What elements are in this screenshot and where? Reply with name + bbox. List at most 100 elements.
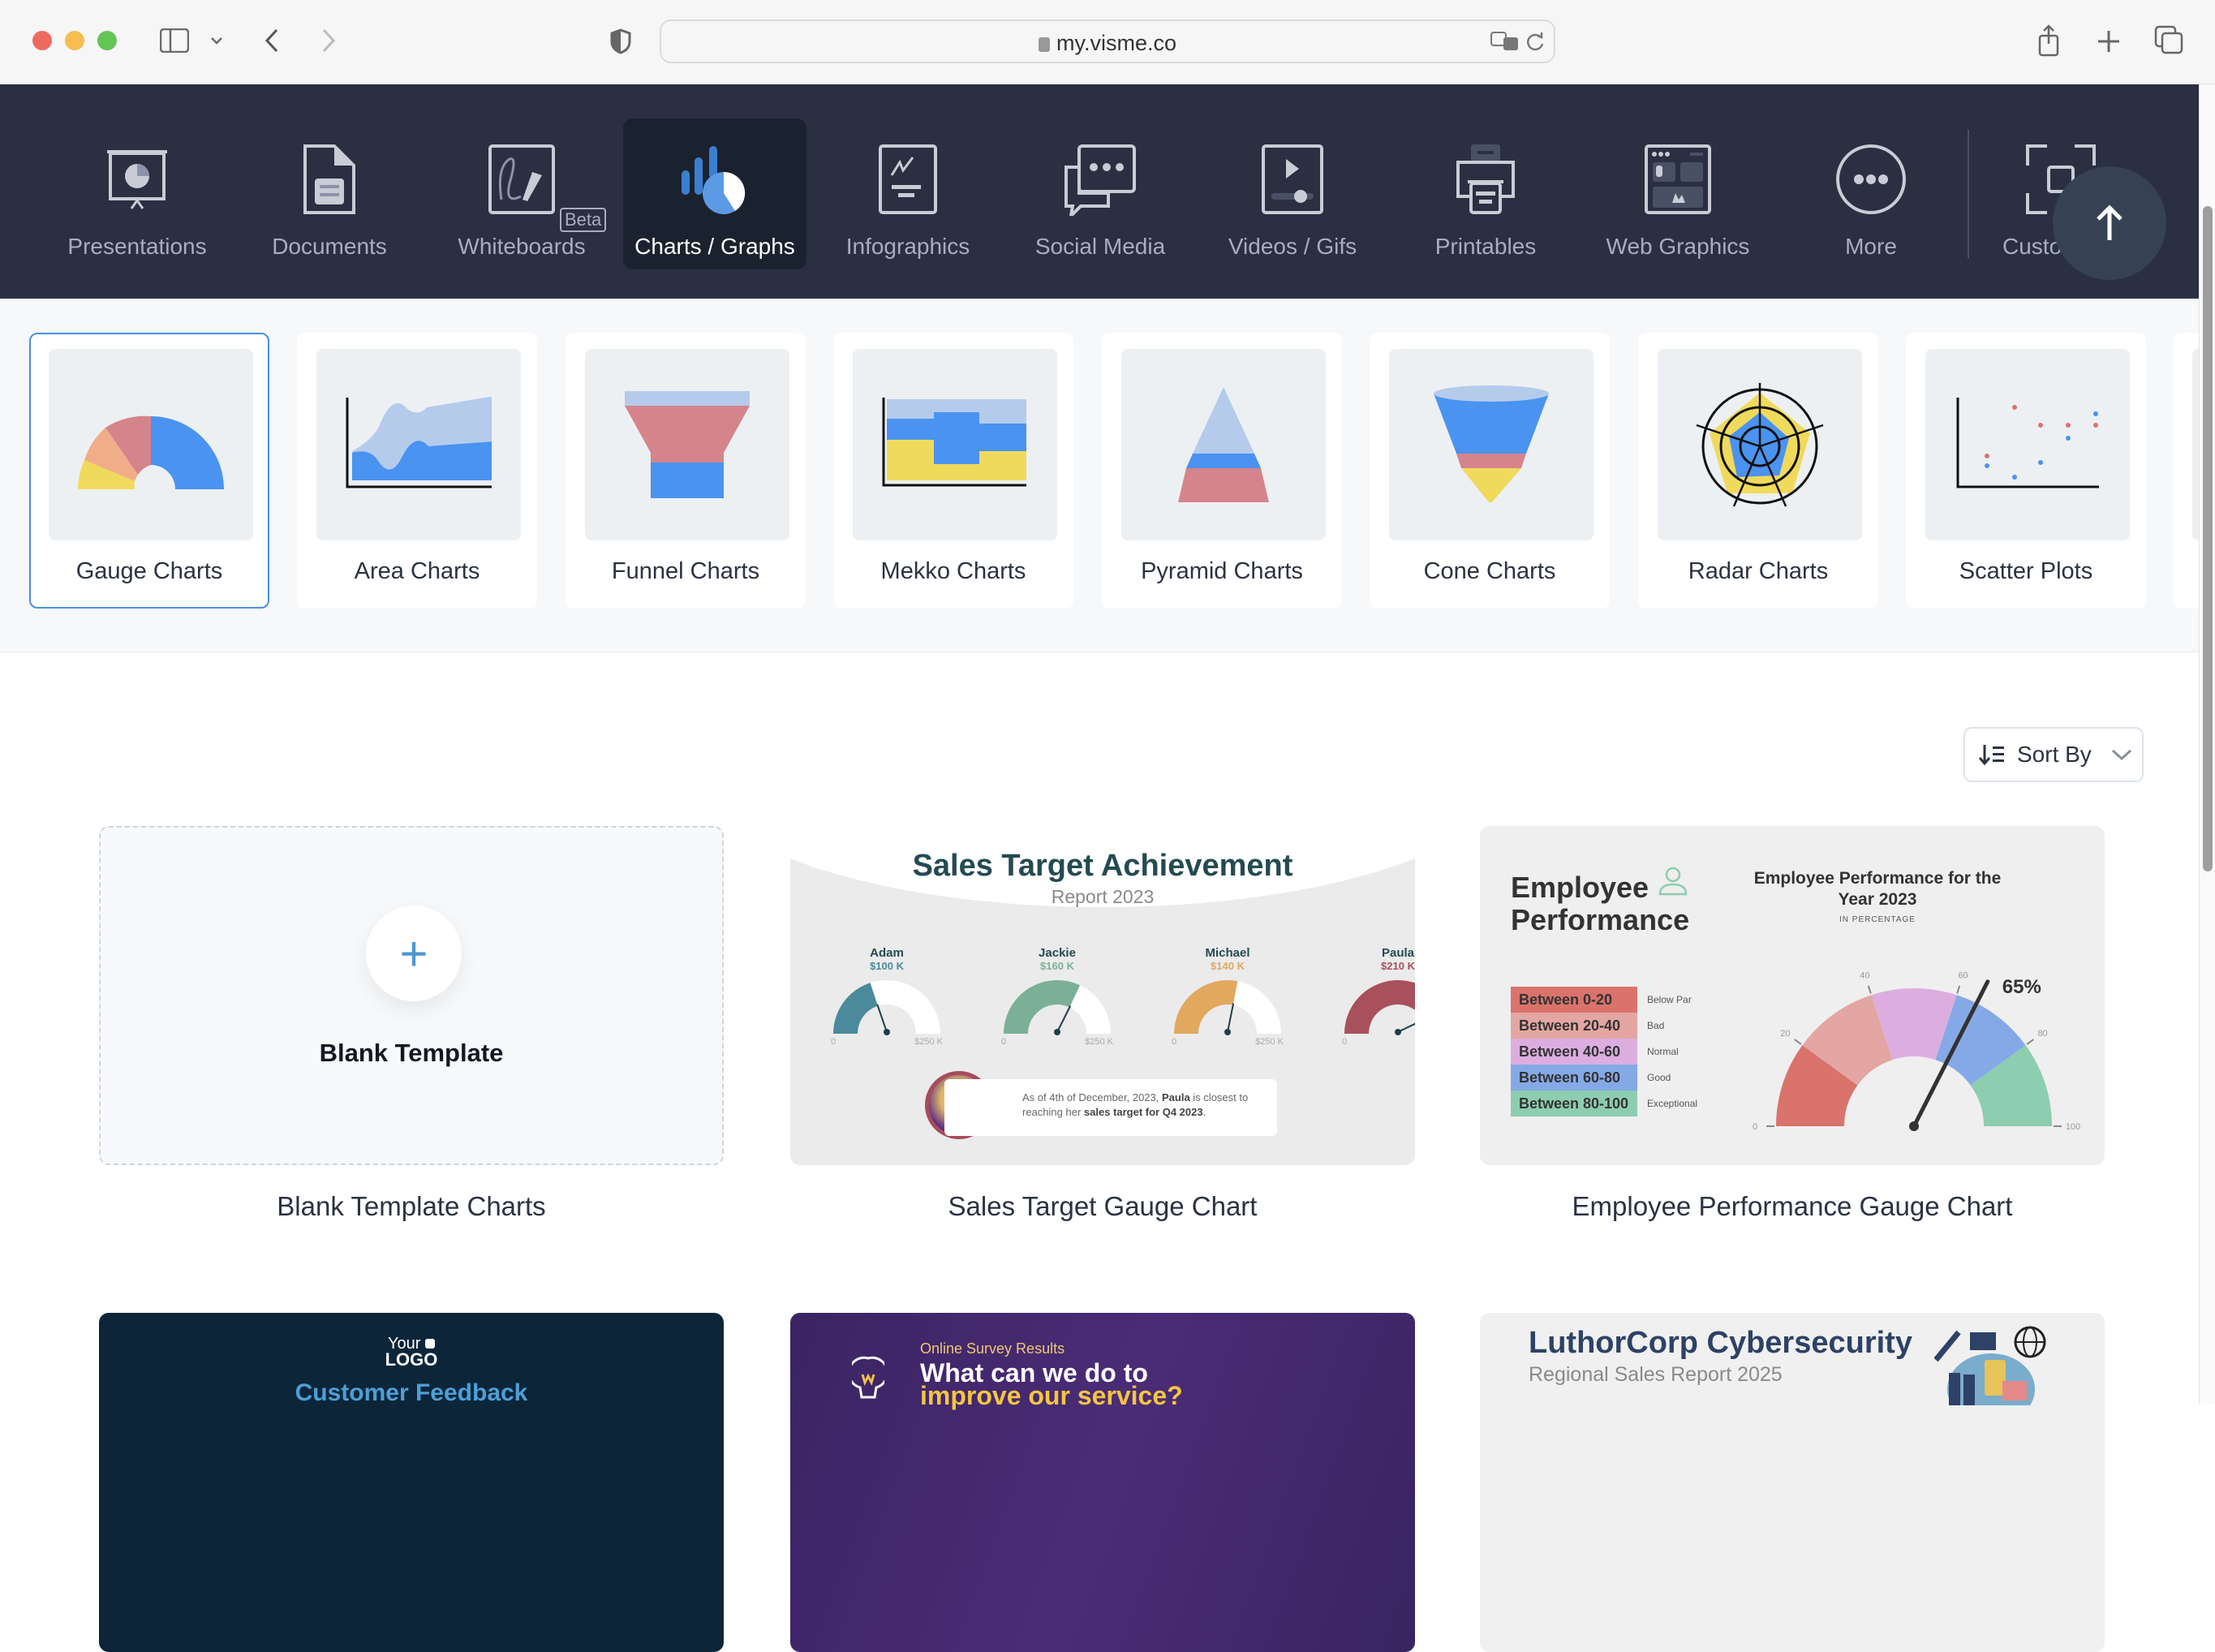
- chart-type-scatter[interactable]: Scatter Plots: [1906, 333, 2146, 609]
- nav-charts-graphs[interactable]: Charts / Graphs: [623, 118, 806, 269]
- template-caption[interactable]: Blank Template Charts: [99, 1191, 724, 1222]
- chart-type-label: Funnel Charts: [611, 558, 760, 584]
- close-window-button[interactable]: [32, 31, 52, 50]
- gauge-max: $250 K: [1085, 1037, 1113, 1047]
- reload-icon[interactable]: [1525, 29, 1547, 54]
- nav-label: Charts / Graphs: [634, 234, 795, 259]
- chart-type-label: Radar Charts: [1688, 558, 1829, 584]
- forward-icon[interactable]: [316, 26, 341, 55]
- scroll-to-top-button[interactable]: [2053, 166, 2166, 280]
- gauge-tick-label: 40: [1860, 971, 1869, 981]
- share-icon[interactable]: [2035, 23, 2062, 58]
- gauge-name: Adam: [870, 946, 904, 960]
- legend-range: Between 40-60: [1511, 1039, 1637, 1065]
- employee-performance-preview[interactable]: Employee Performance Employee Performanc…: [1480, 826, 2105, 1165]
- chart-type-label: Gauge Charts: [75, 558, 223, 584]
- gauge-range: 0$250 K: [1167, 1037, 1288, 1047]
- nav-more[interactable]: More: [1779, 118, 1963, 269]
- web-graphic-icon: [1633, 135, 1723, 224]
- legend-label: Exceptional: [1647, 1098, 1698, 1109]
- sort-by-dropdown[interactable]: Sort By: [1963, 727, 2144, 782]
- gauge-value: $210 K: [1381, 960, 1415, 972]
- scrollbar-thumb[interactable]: [2203, 206, 2213, 871]
- chart-type-mekko[interactable]: Mekko Charts: [833, 333, 1073, 609]
- gauge-tick: [2026, 1039, 2034, 1045]
- legend-row: Between 20-40 Bad: [1511, 1013, 1697, 1039]
- chart-type-cone[interactable]: Cone Charts: [1370, 333, 1610, 609]
- preview-title: LuthorCorp Cybersecurity: [1529, 1326, 1912, 1360]
- gauge-range: 0$250 K: [1337, 1037, 1415, 1047]
- note-bubble: As of 4th of December, 2023, Paula is cl…: [944, 1079, 1277, 1136]
- sales-target-preview[interactable]: Sales Target Achievement Report 2023 Ada…: [790, 826, 1415, 1165]
- sort-label: Sort By: [2017, 742, 2092, 767]
- blank-template-preview[interactable]: + Blank Template: [99, 826, 724, 1165]
- gauge-min: 0: [1342, 1037, 1348, 1047]
- sidebar-icon[interactable]: [159, 28, 190, 54]
- nav-presentations[interactable]: Presentations: [45, 118, 229, 269]
- thumbnail-partial: [2192, 349, 2199, 540]
- gauge-name: Paula: [1381, 946, 1415, 960]
- preview-kicker: Online Survey Results: [920, 1340, 1065, 1357]
- nav-whiteboards[interactable]: Whiteboards: [430, 118, 613, 269]
- nav-documents[interactable]: Documents: [238, 118, 421, 269]
- nav-social-media[interactable]: Social Media: [1009, 118, 1192, 269]
- nav-web-graphics[interactable]: Web Graphics: [1586, 118, 1770, 269]
- preview-title: Sales Target Achievement: [912, 849, 1293, 883]
- chart-icon: [670, 135, 759, 224]
- chart-type-next-partial[interactable]: [2173, 333, 2199, 609]
- nav-label: Custo: [2002, 234, 2062, 259]
- gauge-fill: [1004, 980, 1081, 1034]
- luthorcorp-preview[interactable]: LuthorCorp Cybersecurity Regional Sales …: [1480, 1313, 2105, 1652]
- nav-infographics[interactable]: Infographics: [816, 118, 1000, 269]
- gauge-max: $250 K: [914, 1037, 943, 1047]
- shield-icon[interactable]: [609, 28, 633, 55]
- chart-subtitle: IN PERCENTAGE: [1839, 915, 1916, 924]
- nav-printables[interactable]: Printables: [1394, 118, 1577, 269]
- legend-row: Between 40-60 Normal: [1511, 1039, 1697, 1065]
- minimize-window-button[interactable]: [65, 31, 84, 50]
- nav-label: More: [1845, 234, 1897, 259]
- template-caption[interactable]: Employee Performance Gauge Chart: [1480, 1191, 2105, 1222]
- nav-divider: [1968, 130, 1969, 258]
- gauge-min: 0: [831, 1037, 837, 1047]
- chart-type-pyramid[interactable]: Pyramid Charts: [1102, 333, 1342, 609]
- video-icon: [1248, 135, 1337, 224]
- new-tab-icon[interactable]: [2095, 28, 2123, 55]
- template-caption[interactable]: Sales Target Gauge Chart: [790, 1191, 1415, 1222]
- gauge-tick-label: 80: [2037, 1029, 2047, 1039]
- address-bar[interactable]: my.visme.co: [660, 19, 1555, 63]
- chart-type-area[interactable]: Area Charts: [297, 333, 537, 609]
- legend-range: Between 0-20: [1511, 987, 1637, 1013]
- legend-row: Between 80-100 Exceptional: [1511, 1091, 1697, 1116]
- gauge-tick-label: 0: [1753, 1122, 1757, 1132]
- chevron-down-icon[interactable]: [206, 32, 227, 49]
- gauge-tick-label: 60: [1958, 971, 1968, 981]
- beta-badge: Beta: [560, 208, 607, 232]
- chart-type-label: Area Charts: [354, 558, 480, 584]
- gauge-pivot: [1909, 1121, 1919, 1131]
- chart-type-radar[interactable]: Radar Charts: [1638, 333, 1878, 609]
- printer-icon: [1441, 135, 1530, 224]
- document-icon: [285, 135, 374, 224]
- tabs-overview-icon[interactable]: [2153, 24, 2186, 57]
- nav-label: Social Media: [1034, 234, 1166, 259]
- translate-icon[interactable]: [1489, 29, 1521, 54]
- gauge-min: 0: [1172, 1037, 1177, 1047]
- lightbulb-icon: [852, 1356, 884, 1399]
- chart-type-gauge[interactable]: Gauge Charts: [29, 333, 269, 609]
- nav-videos-gifs[interactable]: Videos / Gifs: [1201, 118, 1384, 269]
- blank-template-title: Blank Template: [319, 1039, 504, 1067]
- preview-subtitle: Regional Sales Report 2025: [1529, 1363, 1783, 1386]
- chart-type-label: Cone Charts: [1423, 558, 1556, 584]
- zoom-window-button[interactable]: [97, 31, 117, 50]
- gauge-value: $160 K: [1040, 960, 1074, 972]
- gauge-pivot: [1054, 1029, 1060, 1035]
- chart-type-funnel[interactable]: Funnel Charts: [566, 333, 806, 609]
- back-icon[interactable]: [260, 26, 284, 55]
- customer-feedback-preview[interactable]: Your LOGO Customer Feedback: [99, 1313, 724, 1652]
- gauge-svg: [1004, 980, 1111, 1035]
- page-scrollbar[interactable]: [2199, 84, 2215, 1404]
- add-icon[interactable]: +: [366, 906, 462, 1001]
- gauge-chart-thumbnail: [49, 349, 253, 540]
- online-survey-preview[interactable]: Online Survey Results What can we do to i…: [790, 1313, 1415, 1652]
